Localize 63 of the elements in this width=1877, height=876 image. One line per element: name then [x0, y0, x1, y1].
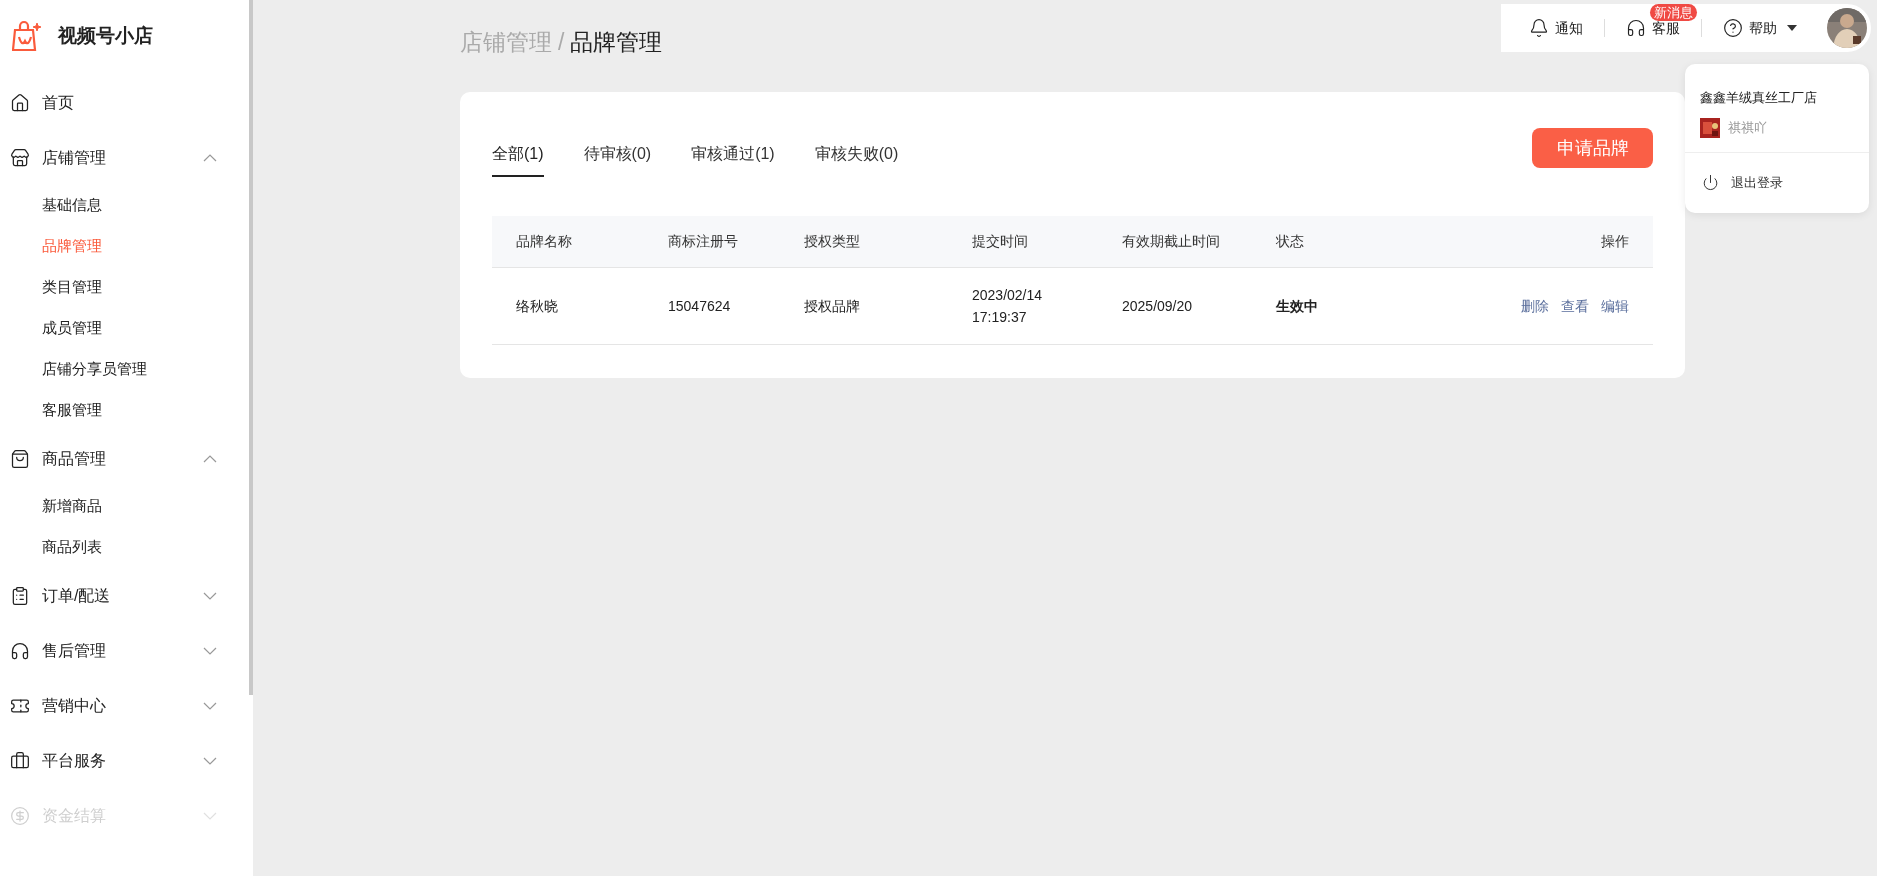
sidebar-subitem[interactable]: 新增商品	[0, 486, 253, 527]
sidebar-item[interactable]: 平台服务	[0, 733, 253, 788]
action-link[interactable]: 删除	[1521, 295, 1549, 317]
sidebar-item[interactable]: 首页	[0, 75, 253, 130]
coin-icon	[10, 805, 30, 826]
sidebar-subitem[interactable]: 基础信息	[0, 185, 253, 226]
account-name: 祺祺吖	[1728, 118, 1767, 137]
sidebar-subitem[interactable]: 成员管理	[0, 308, 253, 349]
column-header: 授权类型	[804, 233, 860, 249]
power-icon	[1702, 174, 1719, 191]
bag-icon	[10, 448, 30, 469]
filter-tab[interactable]: 待审核(0)	[583, 129, 652, 177]
headset-icon	[10, 640, 30, 661]
store-icon	[10, 147, 30, 168]
logout-item[interactable]: 退出登录	[1685, 152, 1869, 213]
topbar-item[interactable]: 帮助	[1723, 17, 1797, 39]
sidebar-subitem[interactable]: 类目管理	[0, 267, 253, 308]
chevron-down-icon	[203, 701, 217, 710]
sidebar-item[interactable]: 店铺管理	[0, 130, 253, 185]
filter-tab[interactable]: 全部(1)	[492, 129, 544, 177]
headset-icon	[1626, 18, 1646, 38]
action-link[interactable]: 查看	[1561, 295, 1589, 317]
bell-icon	[1529, 18, 1549, 38]
column-header: 提交时间	[972, 233, 1028, 249]
shop-name: 鑫鑫羊绒真丝工厂店	[1700, 89, 1818, 107]
sidebar-subitem[interactable]: 客服管理	[0, 390, 253, 431]
chevron-down-icon	[203, 811, 217, 820]
column-header: 状态	[1276, 233, 1304, 249]
table-cell: 15047624	[668, 297, 731, 314]
action-link[interactable]: 编辑	[1601, 295, 1629, 317]
chevron-down-icon	[203, 756, 217, 765]
chevron-up-icon	[203, 153, 217, 162]
caret-icon	[1787, 25, 1797, 31]
column-header: 有效期截止时间	[1122, 233, 1220, 249]
clipboard-icon	[10, 585, 30, 606]
home-icon	[10, 92, 30, 113]
sidebar-item[interactable]: 售后管理	[0, 623, 253, 678]
filter-tab[interactable]: 审核通过(1)	[691, 129, 775, 177]
sidebar-item[interactable]: 商品管理	[0, 431, 253, 486]
topbar-item[interactable]: 通知	[1529, 17, 1583, 39]
table-cell: 络秋晓	[516, 297, 558, 314]
table-cell: 授权品牌	[804, 297, 860, 314]
sidebar-item[interactable]: 订单/配送	[0, 568, 253, 623]
filter-tab[interactable]: 审核失败(0)	[814, 129, 899, 177]
briefcase-icon	[10, 750, 30, 771]
column-header: 商标注册号	[668, 233, 738, 249]
notification-badge: 新消息	[1650, 3, 1697, 21]
app-title: 视频号小店	[58, 23, 153, 48]
chevron-up-icon	[203, 454, 217, 463]
chevron-down-icon	[203, 591, 217, 600]
column-header: 操作	[1601, 232, 1629, 251]
sidebar-item[interactable]: 营销中心	[0, 678, 253, 733]
breadcrumb-separator: /	[558, 27, 565, 57]
logo-icon	[12, 20, 42, 52]
help-icon	[1723, 18, 1743, 38]
sidebar-subitem[interactable]: 店铺分享员管理	[0, 349, 253, 390]
chevron-down-icon	[203, 646, 217, 655]
column-header: 品牌名称	[516, 233, 572, 249]
table-cell-text: 2023/02/14 17:19:37	[972, 286, 1044, 327]
status-text: 生效中	[1276, 297, 1318, 314]
table-cell: 2025/09/20	[1122, 297, 1193, 314]
breadcrumb-item: 品牌管理	[570, 27, 663, 57]
sidebar-subitem[interactable]: 商品列表	[0, 527, 253, 568]
